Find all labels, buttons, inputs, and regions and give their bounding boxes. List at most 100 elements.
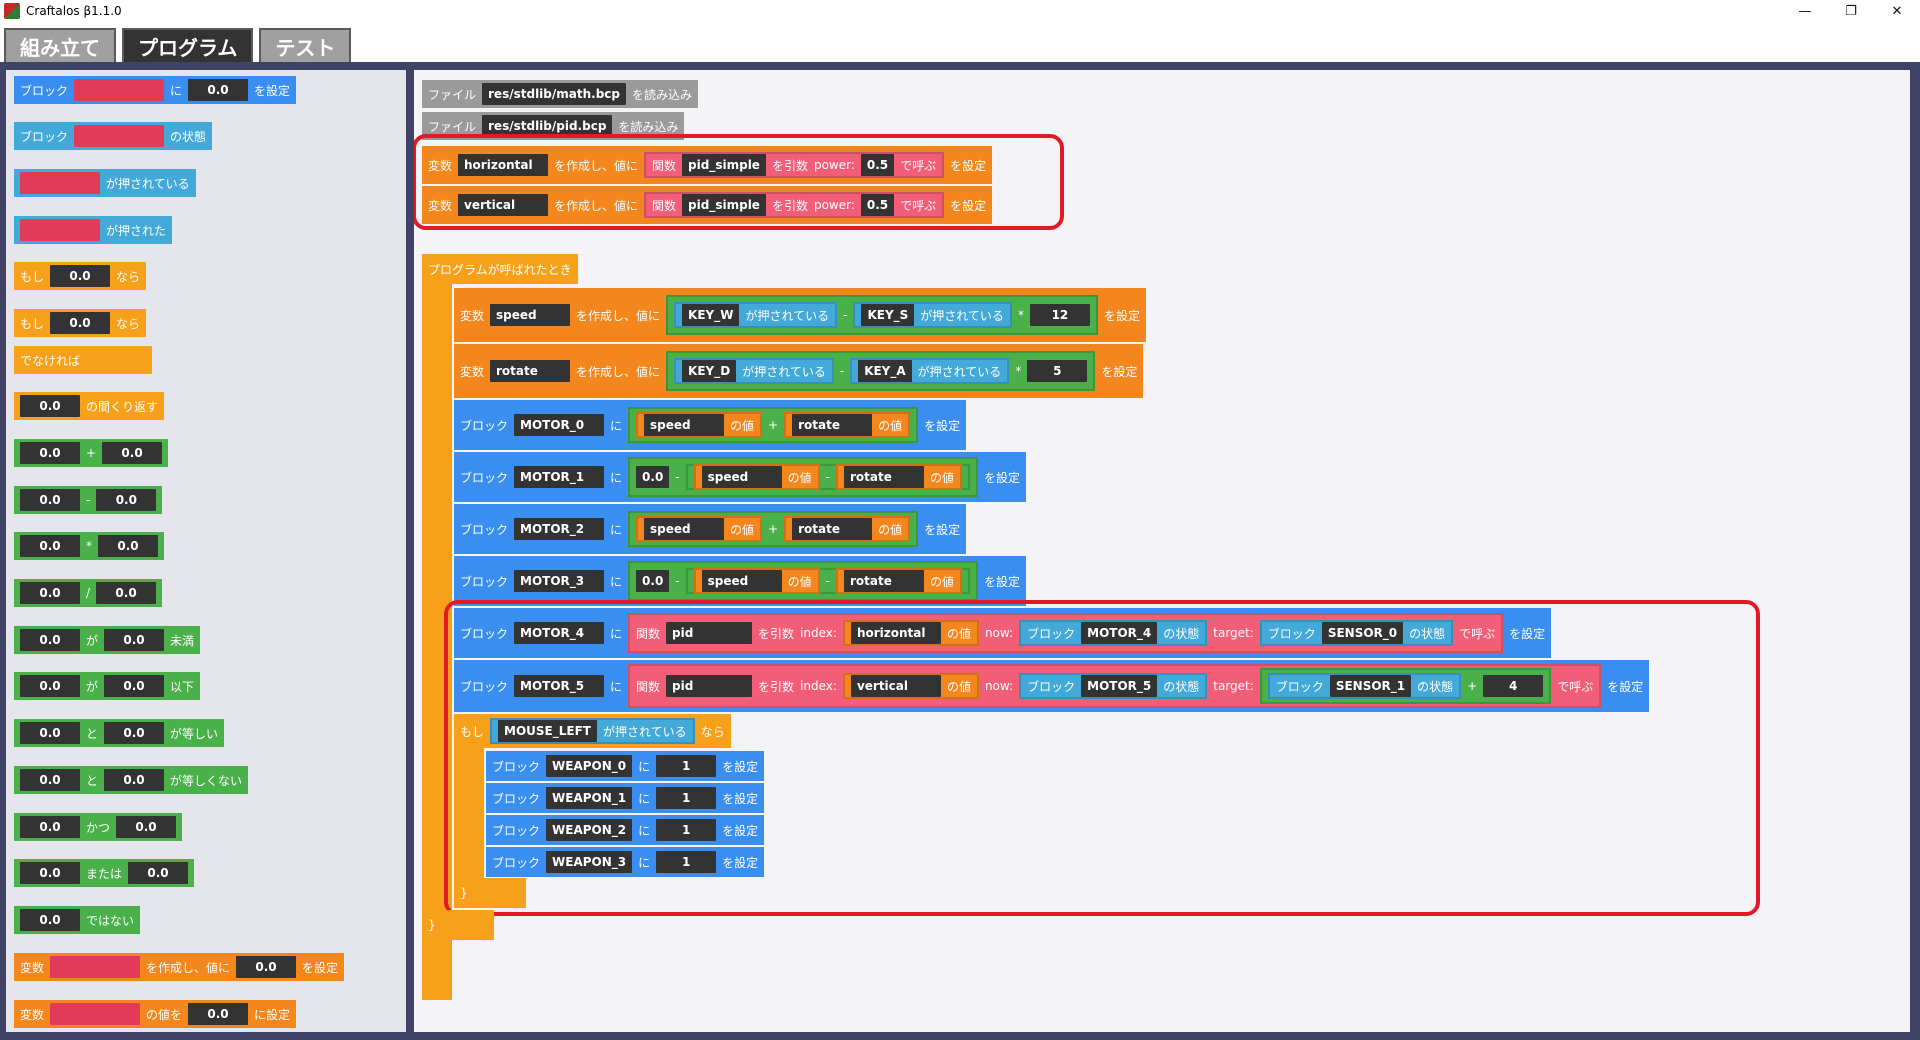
value-slot[interactable]: 0.0 (20, 769, 80, 791)
variable-name[interactable]: rotate (844, 570, 924, 592)
key-pressing[interactable]: KEY_S が押されている (853, 302, 1012, 328)
function-call[interactable]: 関数 pid を引数 index: vertical の値 now: ブロック … (628, 664, 1602, 708)
value-slot[interactable]: 4 (1483, 675, 1544, 697)
tab-program[interactable]: プログラム (122, 28, 254, 64)
block-state[interactable]: ブロック MOTOR_5 の状態 (1019, 673, 1208, 699)
block-name[interactable]: MOTOR_1 (514, 466, 605, 488)
variable-name[interactable]: horizontal (850, 622, 941, 644)
variable-name[interactable]: speed (644, 414, 725, 436)
block-name[interactable]: MOTOR_3 (514, 570, 605, 592)
value-slot[interactable]: 0.0 (104, 629, 165, 651)
palette-while[interactable]: 0.0 の間くり返す (14, 392, 165, 420)
tab-assembly[interactable]: 組み立て (4, 28, 116, 64)
value-slot[interactable]: 0.0 (96, 582, 157, 604)
palette-if[interactable]: もし 0.0 なら (14, 262, 147, 290)
value-slot[interactable]: 0.0 (20, 395, 80, 417)
param-value[interactable]: 0.5 (860, 194, 895, 216)
palette-not[interactable]: 0.0 ではない (14, 906, 141, 934)
value-slot[interactable]: 0.0 (20, 489, 80, 511)
key-slot[interactable]: KEY_S (861, 304, 915, 326)
variable-value[interactable]: rotate の値 (784, 516, 911, 542)
value-slot[interactable]: 0.0 (116, 816, 177, 838)
subtract-expr[interactable]: 0.0 - speed の値 - rotate の値 (628, 457, 979, 497)
value-slot[interactable]: 0.0 (20, 629, 80, 651)
value-slot[interactable]: 0.0 (236, 956, 297, 978)
palette-set-variable[interactable]: 変数 の値を 0.0 に設定 (14, 1000, 297, 1028)
value-slot[interactable]: 0.0 (50, 312, 111, 334)
set-weapon-3[interactable]: ブロック WEAPON_3 に 1 を設定 (486, 847, 765, 877)
block-name[interactable]: MOTOR_5 (1081, 675, 1158, 697)
file-slot[interactable]: res/stdlib/math.bcp (482, 83, 626, 105)
block-name[interactable]: MOTOR_4 (1081, 622, 1158, 644)
function-name[interactable]: pid_simple (682, 194, 766, 216)
key-slot[interactable] (20, 172, 100, 194)
add-expr[interactable]: speed の値 + rotate の値 (628, 511, 919, 547)
palette-not-equals[interactable]: 0.0 と 0.0 が等しくない (14, 766, 249, 794)
value-slot[interactable]: 1 (656, 755, 717, 777)
close-button[interactable]: ✕ (1874, 0, 1920, 22)
variable-value[interactable]: rotate の値 (836, 568, 963, 594)
create-variable-rotate[interactable]: 変数 rotate を作成し、値に KEY_D が押されている - KEY_A … (454, 344, 1144, 398)
add-expr[interactable]: ブロック SENSOR_1 の状態 + 4 (1259, 668, 1552, 704)
variable-value[interactable]: speed の値 (636, 412, 763, 438)
palette-block-state[interactable]: ブロック の状態 (14, 122, 213, 150)
set-motor-2[interactable]: ブロック MOTOR_2 に speed の値 + rotate の値 を設定 (454, 504, 967, 554)
variable-name[interactable]: speed (701, 466, 782, 488)
block-name[interactable]: MOTOR_2 (514, 518, 605, 540)
value-slot[interactable]: 0.0 (20, 442, 80, 464)
function-call[interactable]: 関数 pid_simple を引数 power: 0.5 で呼ぶ (644, 192, 945, 218)
if-mouse-left[interactable]: もし MOUSE_LEFT が押されている なら (454, 714, 731, 748)
key-slot[interactable]: KEY_W (682, 304, 740, 326)
set-motor-1[interactable]: ブロック MOTOR_1 に 0.0 - speed の値 - rotate の… (454, 452, 1027, 502)
block-state[interactable]: ブロック SENSOR_0 の状態 (1259, 620, 1454, 646)
key-slot[interactable]: KEY_A (858, 360, 912, 382)
maximize-button[interactable]: ❐ (1828, 0, 1874, 22)
multiply-expr[interactable]: KEY_W が押されている - KEY_S が押されている * 12 (666, 295, 1098, 335)
value-slot[interactable]: 0.0 (20, 675, 80, 697)
minimize-button[interactable]: — (1782, 0, 1828, 22)
block-name[interactable]: WEAPON_2 (546, 819, 633, 841)
palette-subtract[interactable]: 0.0 - 0.0 (14, 486, 163, 514)
block-slot[interactable] (74, 79, 165, 101)
function-name[interactable]: pid (666, 622, 753, 644)
add-expr[interactable]: speed の値 + rotate の値 (628, 407, 919, 443)
set-weapon-0[interactable]: ブロック WEAPON_0 に 1 を設定 (486, 751, 765, 781)
value-slot[interactable]: 0.0 (98, 535, 158, 557)
value-slot[interactable]: 0.0 (104, 769, 165, 791)
value-slot[interactable]: 0.0 (636, 570, 670, 592)
block-name[interactable]: SENSOR_0 (1321, 622, 1404, 644)
event-program-called[interactable]: プログラムが呼ばれたとき (422, 254, 578, 284)
palette-key-pressing[interactable]: が押されている (14, 169, 196, 197)
block-name[interactable]: SENSOR_1 (1329, 675, 1412, 697)
block-name[interactable]: WEAPON_1 (546, 787, 633, 809)
value-slot[interactable]: 0.0 (102, 442, 163, 464)
palette-and[interactable]: 0.0 かつ 0.0 (14, 813, 183, 841)
variable-value[interactable]: vertical の値 (842, 673, 979, 699)
block-state[interactable]: ブロック MOTOR_4 の状態 (1019, 620, 1208, 646)
function-call[interactable]: 関数 pid_simple を引数 power: 0.5 で呼ぶ (644, 152, 945, 178)
value-slot[interactable]: 1 (656, 819, 717, 841)
value-slot[interactable]: 1 (656, 787, 717, 809)
block-name[interactable]: WEAPON_3 (546, 851, 633, 873)
block-name[interactable]: MOTOR_0 (514, 414, 605, 436)
variable-name[interactable]: rotate (792, 414, 873, 436)
set-motor-4[interactable]: ブロック MOTOR_4 に 関数 pid を引数 index: horizon… (454, 608, 1552, 658)
value-slot[interactable]: 1 (656, 851, 717, 873)
variable-value[interactable]: horizontal の値 (842, 620, 979, 646)
variable-name[interactable]: rotate (844, 466, 924, 488)
key-slot[interactable] (20, 219, 100, 241)
set-motor-3[interactable]: ブロック MOTOR_3 に 0.0 - speed の値 - rotate の… (454, 556, 1027, 606)
value-slot[interactable]: 0.0 (20, 535, 80, 557)
param-value[interactable]: 0.5 (860, 154, 895, 176)
variable-name[interactable]: speed (490, 304, 571, 326)
value-slot[interactable]: 0.0 (20, 862, 80, 884)
key-slot[interactable]: MOUSE_LEFT (498, 720, 597, 742)
value-slot[interactable]: 0.0 (20, 722, 80, 744)
set-weapon-2[interactable]: ブロック WEAPON_2 に 1 を設定 (486, 815, 765, 845)
palette-less-equal[interactable]: 0.0 が 0.0 以下 (14, 672, 201, 700)
value-slot[interactable]: 0.0 (636, 466, 670, 488)
set-weapon-1[interactable]: ブロック WEAPON_1 に 1 を設定 (486, 783, 765, 813)
variable-value[interactable]: speed の値 (693, 568, 820, 594)
key-slot[interactable]: KEY_D (682, 360, 737, 382)
set-motor-5[interactable]: ブロック MOTOR_5 に 関数 pid を引数 index: vertica… (454, 660, 1650, 712)
